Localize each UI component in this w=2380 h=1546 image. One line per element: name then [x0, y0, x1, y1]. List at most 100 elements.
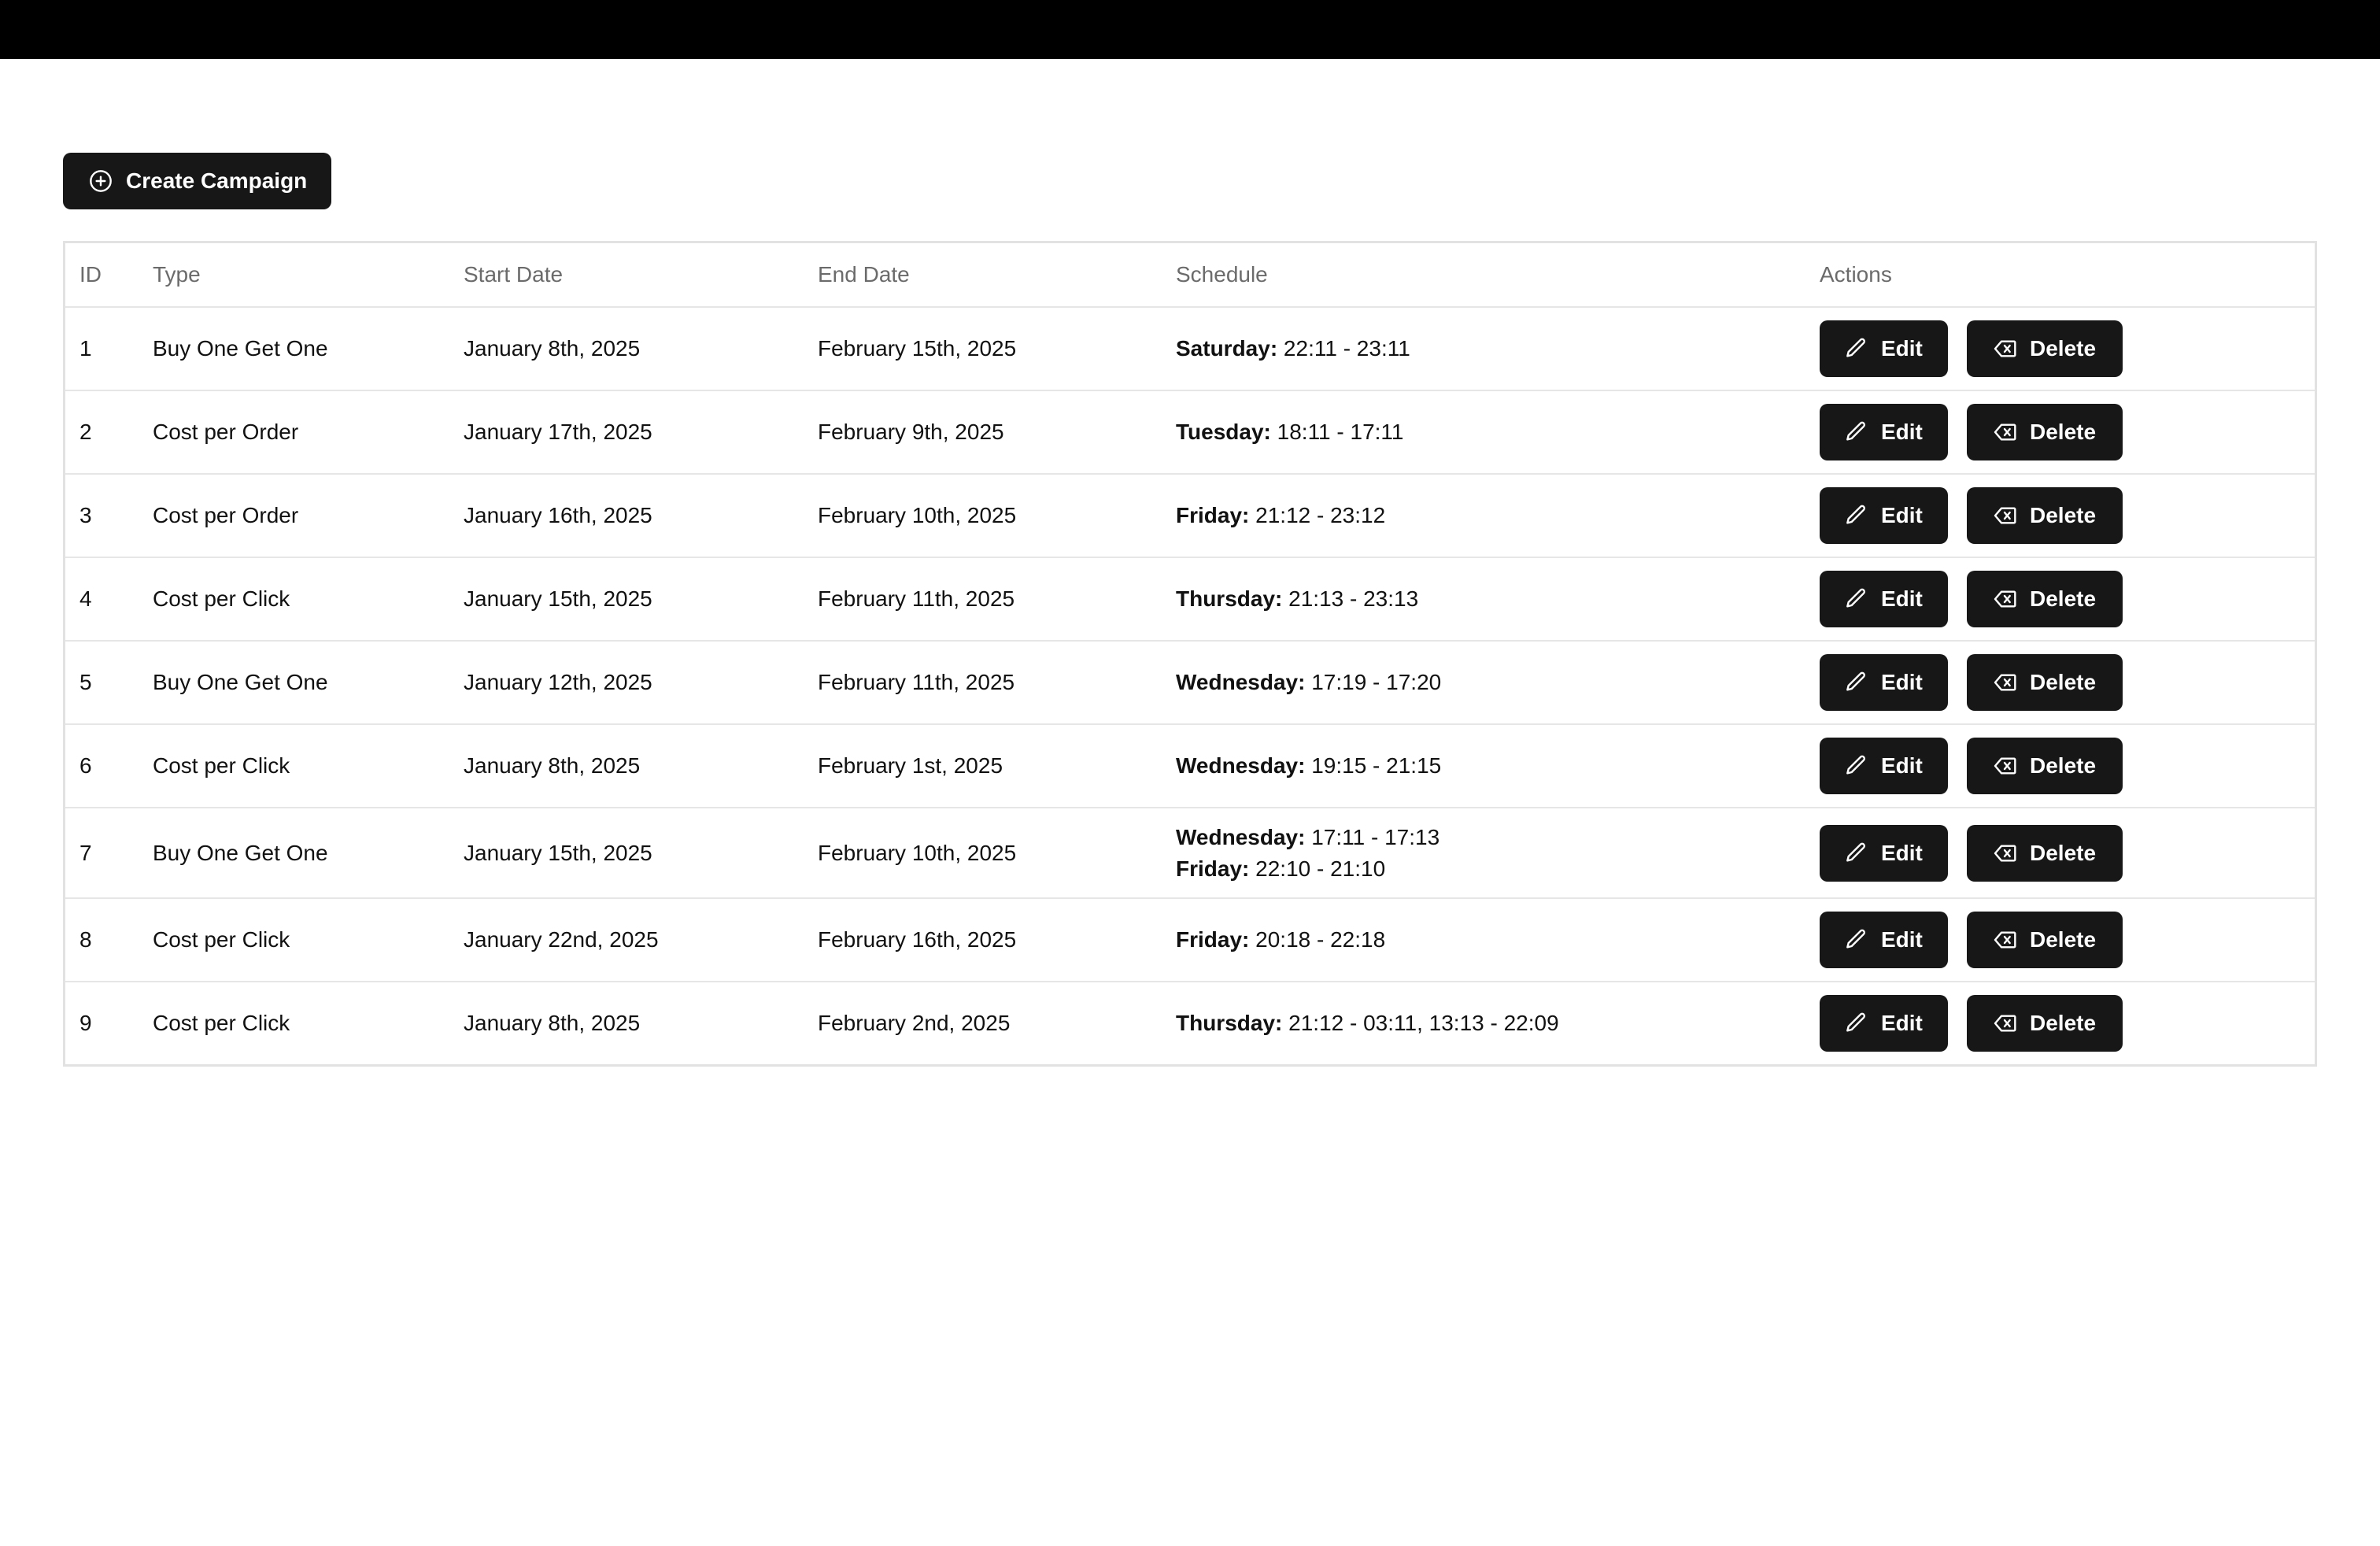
delete-button[interactable]: Delete	[1967, 654, 2123, 711]
edit-button[interactable]: Edit	[1820, 404, 1948, 460]
pencil-icon	[1843, 336, 1868, 361]
cell-type: Cost per Click	[153, 1011, 290, 1035]
schedule-times: 18:11 - 17:11	[1270, 420, 1404, 444]
cell-id: 9	[79, 1011, 92, 1035]
schedule-times: 21:13 - 23:13	[1282, 586, 1419, 611]
row-actions: Edit Delete	[1820, 738, 2315, 794]
cell-start-date: January 8th, 2025	[464, 1011, 641, 1035]
pencil-icon	[1843, 670, 1868, 695]
schedule-entry: Friday: 22:10 - 21:10	[1176, 853, 1805, 885]
table-row: 2 Cost per Order January 17th, 2025 Februar…	[65, 390, 2315, 475]
cell-end-date: February 2nd, 2025	[818, 1011, 1011, 1035]
schedule-times: 22:10 - 21:10	[1249, 856, 1386, 881]
edit-button[interactable]: Edit	[1820, 995, 1948, 1052]
table-row: 7 Buy One Get One January 15th, 2025 Februa…	[65, 808, 2315, 899]
backspace-icon	[1992, 586, 2017, 612]
cell-type: Cost per Order	[139, 474, 449, 558]
schedule-times: 22:11 - 23:11	[1277, 336, 1410, 361]
delete-button[interactable]: Delete	[1967, 912, 2123, 968]
schedule-day: Friday:	[1176, 503, 1250, 527]
pencil-icon	[1843, 420, 1868, 445]
cell-type: Buy One Get One	[139, 641, 449, 725]
delete-button[interactable]: Delete	[1967, 738, 2123, 794]
pencil-icon	[1843, 927, 1868, 952]
cell-id: 3	[65, 474, 139, 558]
edit-label: Edit	[1881, 420, 1923, 444]
header-id[interactable]: ID	[65, 243, 139, 308]
delete-label: Delete	[2030, 1011, 2097, 1035]
schedule-day: Wednesday:	[1176, 670, 1306, 694]
delete-label: Delete	[2030, 586, 2097, 611]
edit-button[interactable]: Edit	[1820, 912, 1948, 968]
table-row: 6 Cost per Click January 8th, 2025 February…	[65, 724, 2315, 808]
edit-button[interactable]: Edit	[1820, 654, 1948, 711]
table-row: 1 Buy One Get One January 8th, 2025 Februar…	[65, 307, 2315, 391]
delete-button[interactable]: Delete	[1967, 571, 2123, 627]
delete-button[interactable]: Delete	[1967, 995, 2123, 1052]
pencil-icon	[1843, 841, 1868, 866]
cell-id: 4	[65, 557, 139, 642]
cell-id: 6	[65, 724, 139, 808]
backspace-icon	[1992, 927, 2017, 952]
row-actions: Edit Delete	[1820, 404, 2315, 460]
backspace-icon	[1992, 670, 2017, 695]
cell-actions: Edit Delete	[1805, 808, 2315, 899]
schedule-times: 21:12 - 23:12	[1249, 503, 1386, 527]
schedule-times: 17:11 - 17:13	[1305, 824, 1440, 849]
table-row: 5 Buy One Get One January 12th, 2025 Februa…	[65, 641, 2315, 725]
schedule-entry: Thursday: 21:13 - 23:13	[1176, 583, 1805, 615]
row-actions: Edit Delete	[1820, 824, 2315, 882]
header-start-date[interactable]: Start Date	[449, 243, 804, 308]
schedule-day: Thursday:	[1176, 586, 1283, 611]
edit-button[interactable]: Edit	[1820, 824, 1948, 882]
header-end-date[interactable]: End Date	[804, 243, 1162, 308]
schedule-entry: Wednesday: 19:15 - 21:15	[1176, 750, 1805, 782]
cell-id: 2	[65, 390, 139, 475]
cell-end-date: February 11th, 2025	[804, 557, 1162, 642]
delete-button[interactable]: Delete	[1967, 824, 2123, 882]
cell-schedule: Tuesday: 18:11 - 17:11	[1162, 390, 1805, 475]
schedule-times: 17:19 - 17:20	[1305, 670, 1442, 694]
schedule-times: 21:12 - 03:11, 13:13 - 22:09	[1282, 1011, 1559, 1035]
edit-label: Edit	[1881, 503, 1923, 527]
edit-button[interactable]: Edit	[1820, 571, 1948, 627]
header-type[interactable]: Type	[139, 243, 449, 308]
delete-label: Delete	[2030, 840, 2097, 865]
pencil-icon	[1843, 753, 1868, 779]
schedule-day: Wednesday:	[1176, 824, 1306, 849]
schedule-entry: Friday: 21:12 - 23:12	[1176, 500, 1805, 531]
edit-button[interactable]: Edit	[1820, 320, 1948, 377]
header-actions: Actions	[1805, 243, 2315, 308]
header-schedule[interactable]: Schedule	[1162, 243, 1805, 308]
schedule-day: Saturday:	[1176, 336, 1278, 361]
cell-end-date: February 11th, 2025	[804, 641, 1162, 725]
cell-end-date: February 9th, 2025	[804, 390, 1162, 475]
cell-end-date: February 1st, 2025	[804, 724, 1162, 808]
cell-start-date: January 16th, 2025	[449, 474, 804, 558]
edit-label: Edit	[1881, 336, 1923, 361]
cell-actions: Edit Delete	[1805, 307, 2315, 391]
row-actions: Edit Delete	[1820, 654, 2315, 711]
cell-actions: Edit Delete	[1805, 724, 2315, 808]
edit-label: Edit	[1881, 670, 1923, 694]
delete-label: Delete	[2030, 753, 2097, 778]
delete-button[interactable]: Delete	[1967, 320, 2123, 377]
edit-label: Edit	[1881, 753, 1923, 778]
cell-end-date: February 10th, 2025	[804, 474, 1162, 558]
cell-id: 1	[65, 307, 139, 391]
create-campaign-button[interactable]: Create Campaign	[63, 153, 331, 209]
cell-id: 8	[65, 898, 139, 982]
delete-button[interactable]: Delete	[1967, 404, 2123, 460]
create-campaign-label: Create Campaign	[126, 168, 308, 193]
cell-schedule: Thursday: 21:12 - 03:11, 13:13 - 22:09	[1162, 982, 1805, 1064]
delete-button[interactable]: Delete	[1967, 487, 2123, 544]
edit-label: Edit	[1881, 927, 1923, 952]
edit-button[interactable]: Edit	[1820, 738, 1948, 794]
cell-type: Buy One Get One	[139, 307, 449, 391]
top-bar	[0, 0, 2380, 59]
table-row: 8 Cost per Click January 22nd, 2025 Februar…	[65, 898, 2315, 982]
cell-schedule: Friday: 21:12 - 23:12	[1162, 474, 1805, 558]
cell-schedule: Wednesday: 19:15 - 21:15	[1162, 724, 1805, 808]
edit-button[interactable]: Edit	[1820, 487, 1948, 544]
row-actions: Edit Delete	[1820, 912, 2315, 968]
